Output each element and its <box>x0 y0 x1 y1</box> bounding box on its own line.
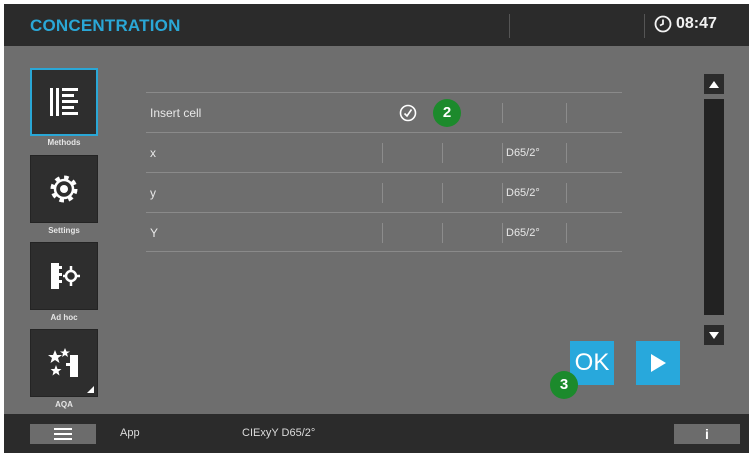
method-label: CIExyY D65/2° <box>242 427 316 439</box>
hamburger-menu-icon <box>54 428 72 440</box>
app-label: App <box>120 427 140 439</box>
column-divider <box>382 183 383 203</box>
submenu-indicator-icon <box>87 386 94 393</box>
scroll-up-button[interactable] <box>704 74 724 94</box>
callout-badge-3: 3 <box>550 371 578 399</box>
column-divider <box>566 143 567 163</box>
gear-icon <box>50 175 78 203</box>
column-divider <box>502 103 503 123</box>
ad-hoc-icon <box>51 263 80 289</box>
header-divider <box>509 14 510 38</box>
info-button[interactable]: i <box>674 424 740 444</box>
row-label: Insert cell <box>150 106 202 120</box>
column-divider <box>566 223 567 243</box>
sidebar-label-aqa: AQA <box>55 400 73 409</box>
row-label: Y <box>150 226 159 240</box>
clock: 08:47 <box>654 15 717 33</box>
column-divider <box>566 103 567 123</box>
column-divider <box>382 223 383 243</box>
app-window: CONCENTRATION 08:47 Methods Settings Ad … <box>4 4 749 453</box>
clock-time: 08:47 <box>676 15 717 32</box>
table-row[interactable]: x D65/2° <box>146 132 622 172</box>
table-row[interactable]: Y D65/2° <box>146 212 622 252</box>
column-divider <box>502 143 503 163</box>
table-row[interactable]: Insert cell <box>146 92 622 132</box>
row-label: x <box>150 146 156 160</box>
parameter-table: Insert cell x D65/2° y D65/2° Y D65/2° <box>146 92 622 252</box>
methods-list-icon <box>50 88 78 116</box>
column-divider <box>442 183 443 203</box>
aqa-stars-icon <box>48 348 78 377</box>
scroll-down-button[interactable] <box>704 325 724 345</box>
clock-icon <box>654 15 672 33</box>
chevron-up-icon <box>709 80 719 88</box>
sidebar-label-methods: Methods <box>47 138 81 147</box>
column-divider <box>442 143 443 163</box>
sidebar-label-settings: Settings <box>48 226 80 235</box>
column-divider <box>442 223 443 243</box>
sidebar-item-settings[interactable] <box>30 155 98 223</box>
column-divider <box>382 143 383 163</box>
check-circle-icon <box>399 104 417 122</box>
play-arrow-icon <box>651 354 666 372</box>
chevron-down-icon <box>709 331 719 339</box>
footer-bar: App CIExyY D65/2° i <box>4 414 749 453</box>
page-title: CONCENTRATION <box>30 16 181 35</box>
sidebar-item-aqa[interactable] <box>30 329 98 397</box>
menu-button[interactable] <box>30 424 96 444</box>
unit-label: D65/2° <box>506 187 540 199</box>
unit-label: D65/2° <box>506 147 540 159</box>
row-label: y <box>150 186 156 200</box>
sidebar-label-ad-hoc: Ad hoc <box>50 313 78 322</box>
next-button[interactable] <box>636 341 680 385</box>
unit-label: D65/2° <box>506 227 540 239</box>
callout-badge-2: 2 <box>433 99 461 127</box>
scrollbar-track[interactable] <box>704 99 724 315</box>
header-bar: CONCENTRATION 08:47 <box>4 4 749 46</box>
column-divider <box>566 183 567 203</box>
header-divider <box>644 14 645 38</box>
sidebar-item-ad-hoc[interactable] <box>30 242 98 310</box>
sidebar-item-methods[interactable] <box>30 68 98 136</box>
column-divider <box>502 183 503 203</box>
table-row[interactable]: y D65/2° <box>146 172 622 212</box>
column-divider <box>502 223 503 243</box>
